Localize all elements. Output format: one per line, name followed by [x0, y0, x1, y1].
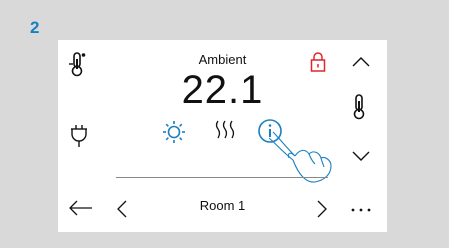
divider-line: [116, 177, 328, 178]
heat-waves-icon[interactable]: [213, 118, 237, 142]
chevron-up-icon[interactable]: [351, 54, 371, 68]
ambient-label: Ambient: [198, 52, 247, 67]
chevron-down-icon[interactable]: [351, 150, 371, 164]
room-name: Room 1: [199, 198, 246, 213]
thermostat-display: Ambient 22.1 Room 1: [58, 40, 387, 232]
thermometer-icon: [353, 94, 365, 120]
plug-icon: [71, 125, 87, 147]
hand-pointer-icon: [268, 131, 332, 183]
temperature-readout: 22.1: [181, 68, 264, 112]
step-number: 2: [30, 18, 40, 37]
sun-icon[interactable]: [162, 120, 186, 144]
